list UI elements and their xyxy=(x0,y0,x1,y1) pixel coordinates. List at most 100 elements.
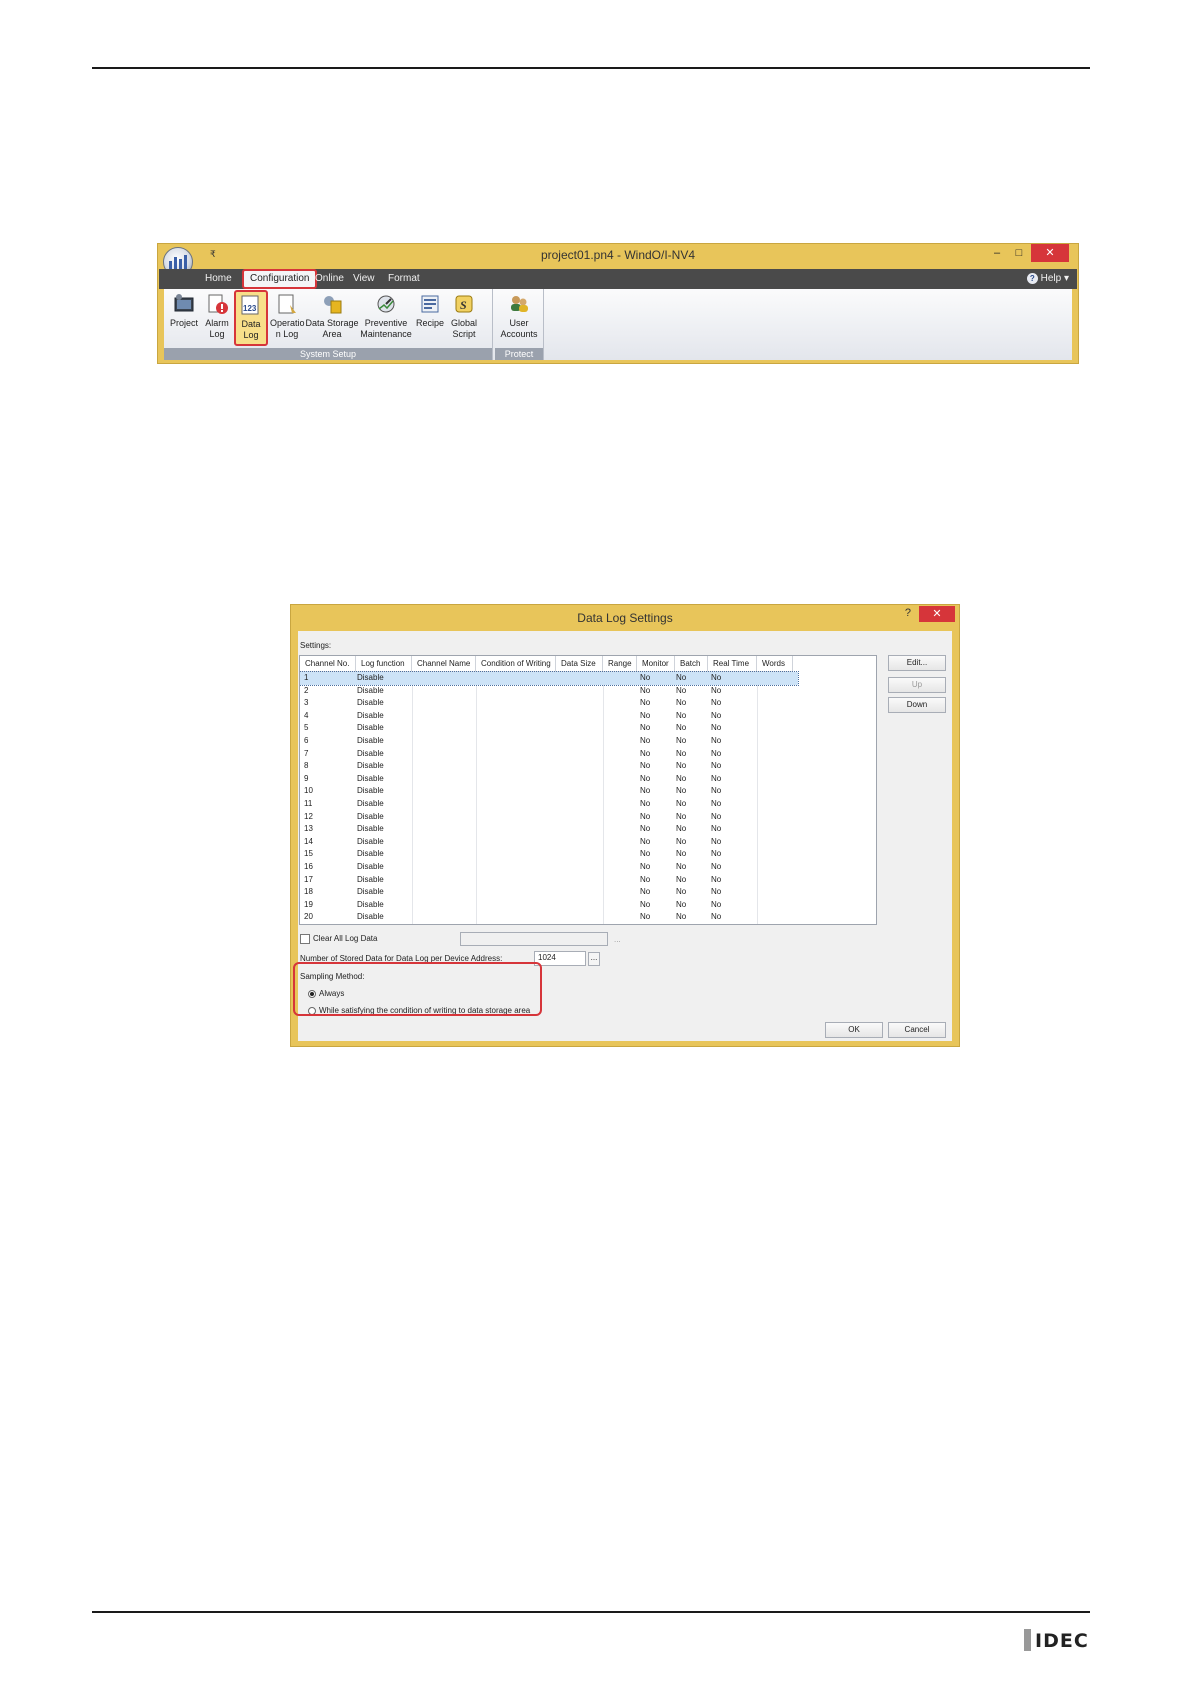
table-row[interactable]: 1 Disable No No No xyxy=(300,671,799,686)
table-cell: No xyxy=(676,773,687,783)
group-system-setup: Project Alarm Log 123 Data Log Operatio … xyxy=(164,289,493,360)
group-protect: User Accounts Protect xyxy=(495,289,544,360)
column-header-range[interactable]: Range xyxy=(603,656,637,672)
table-row[interactable]: 12 Disable No No No xyxy=(300,811,798,824)
tab-view[interactable]: View xyxy=(347,269,381,289)
table-cell: Disable xyxy=(357,887,384,897)
table-cell: 11 xyxy=(304,799,313,808)
dialog-help-button[interactable]: ? xyxy=(905,607,911,619)
table-row[interactable]: 13 Disable No No No xyxy=(300,823,798,836)
table-cell: No xyxy=(640,912,651,922)
column-header-condition-of-writing[interactable]: Condition of Writing xyxy=(476,656,556,672)
settings-table[interactable]: Channel No. Log function Channel Name Co… xyxy=(299,655,877,925)
ribbon-button-preventive-maintenance[interactable]: Preventive Maintenance xyxy=(360,291,412,340)
table-row[interactable]: 14 Disable No No No xyxy=(300,836,798,849)
button-label-1: Operatio xyxy=(270,318,305,328)
table-cell: 12 xyxy=(304,811,313,821)
down-button[interactable]: Down xyxy=(888,697,946,713)
table-cell: Disable xyxy=(357,912,384,922)
table-row[interactable]: 8 Disable No No No xyxy=(300,760,798,773)
checkbox-icon xyxy=(300,934,310,944)
table-cell: No xyxy=(711,723,722,733)
close-button[interactable]: ✕ xyxy=(1031,244,1069,262)
table-cell: Disable xyxy=(357,786,384,796)
tab-configuration[interactable]: Configuration xyxy=(242,269,318,289)
stored-data-input[interactable]: 1024 xyxy=(534,951,586,966)
clear-all-log-data-checkbox[interactable]: Clear All Log Data xyxy=(300,934,377,944)
column-header-channel-no[interactable]: Channel No. xyxy=(300,656,356,672)
button-label-2: Area xyxy=(322,329,342,339)
dialog-close-button[interactable]: ✕ xyxy=(919,606,955,622)
table-row[interactable]: 7 Disable No No No xyxy=(300,748,798,761)
table-row[interactable]: 20 Disable No No No xyxy=(300,911,798,924)
ribbon-button-project[interactable]: Project xyxy=(168,291,200,329)
table-cell: No xyxy=(711,862,722,871)
table-cell: 2 xyxy=(304,685,309,695)
edit-button[interactable]: Edit... xyxy=(888,655,946,671)
table-cell: No xyxy=(640,748,651,758)
clear-all-log-data-label: Clear All Log Data xyxy=(313,934,378,944)
table-cell: 5 xyxy=(304,723,309,733)
cancel-button[interactable]: Cancel xyxy=(888,1022,946,1038)
table-cell: 3 xyxy=(304,698,309,708)
table-cell: Disable xyxy=(357,849,384,859)
data-storage-area-icon xyxy=(321,293,343,315)
table-row[interactable]: 16 Disable No No No xyxy=(300,861,798,874)
ribbon-button-user-accounts[interactable]: User Accounts xyxy=(497,291,541,340)
table-row[interactable]: 3 Disable No No No xyxy=(300,697,798,710)
table-row[interactable]: 15 Disable No No No xyxy=(300,848,798,861)
table-cell: 4 xyxy=(304,710,309,720)
ribbon-button-global-script[interactable]: S Global Script xyxy=(448,291,480,340)
minimize-button[interactable]: – xyxy=(987,244,1007,262)
table-row[interactable]: 19 Disable No No No xyxy=(300,899,798,912)
table-row[interactable]: 10 Disable No No No xyxy=(300,785,798,798)
column-header-monitor[interactable]: Monitor xyxy=(637,656,675,672)
table-row[interactable]: 2 Disable No No No xyxy=(300,685,798,698)
table-cell: No xyxy=(711,799,722,808)
column-header-real-time[interactable]: Real Time xyxy=(708,656,757,672)
table-cell: No xyxy=(676,849,687,859)
table-cell: No xyxy=(676,761,687,771)
clear-all-log-data-field[interactable] xyxy=(460,932,608,946)
dialog-client: Settings: Channel No. Log function Chann… xyxy=(293,631,952,1041)
table-row[interactable]: 11 Disable No No No xyxy=(300,798,798,811)
help-menu[interactable]: ? Help ▾ xyxy=(1026,269,1069,289)
svg-text:S: S xyxy=(460,298,467,312)
table-cell: No xyxy=(711,748,722,758)
column-header-words[interactable]: Words xyxy=(757,656,793,672)
table-cell: No xyxy=(676,710,687,720)
ribbon-button-recipe[interactable]: Recipe xyxy=(414,291,446,329)
table-cell: No xyxy=(711,773,722,783)
table-row[interactable]: 9 Disable No No No xyxy=(300,773,798,786)
table-cell: Disable xyxy=(357,836,384,846)
column-header-log-function[interactable]: Log function xyxy=(356,656,412,672)
ribbon-button-operation-log[interactable]: Operatio n Log xyxy=(270,291,305,340)
maximize-button[interactable]: □ xyxy=(1009,244,1029,262)
column-header-data-size[interactable]: Data Size xyxy=(556,656,603,672)
table-row[interactable]: 5 Disable No No No xyxy=(300,722,798,735)
column-header-channel-name[interactable]: Channel Name xyxy=(412,656,476,672)
button-label-1: Alarm xyxy=(205,318,229,328)
tab-online[interactable]: Online xyxy=(309,269,350,289)
ok-button[interactable]: OK xyxy=(825,1022,883,1038)
tab-home[interactable]: Home xyxy=(199,269,238,289)
table-row[interactable]: 17 Disable No No No xyxy=(300,874,798,887)
tab-format[interactable]: Format xyxy=(382,269,426,289)
ribbon-button-data-storage-area[interactable]: Data Storage Area xyxy=(305,291,359,340)
stored-data-ellipsis-button[interactable]: ... xyxy=(588,952,600,966)
button-label-1: Data xyxy=(241,319,261,329)
table-cell: 9 xyxy=(304,773,309,783)
recipe-icon xyxy=(419,293,441,315)
clear-ellipsis[interactable]: ... xyxy=(614,935,621,944)
column-header-batch[interactable]: Batch xyxy=(675,656,708,672)
table-row[interactable]: 18 Disable No No No xyxy=(300,886,798,899)
table-row[interactable]: 4 Disable No No No xyxy=(300,710,798,723)
table-cell: No xyxy=(640,862,651,871)
ribbon-button-data-log[interactable]: 123 Data Log xyxy=(234,290,268,346)
up-button[interactable]: Up xyxy=(888,677,946,693)
table-row[interactable]: 6 Disable No No No xyxy=(300,735,798,748)
table-cell: No xyxy=(676,748,687,758)
ribbon-button-alarm-log[interactable]: Alarm Log xyxy=(202,291,232,340)
table-cell: No xyxy=(640,736,651,745)
button-label-2: Log xyxy=(209,329,225,339)
